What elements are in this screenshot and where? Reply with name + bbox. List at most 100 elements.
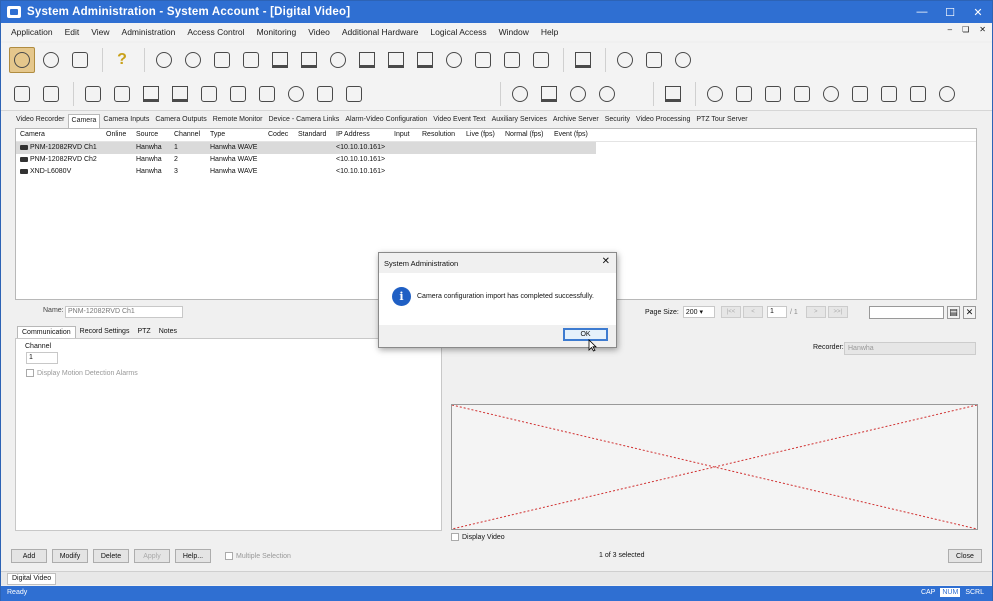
menu-monitoring[interactable]: Monitoring <box>257 27 297 37</box>
keypad-icon[interactable] <box>789 81 815 107</box>
refresh-icon[interactable] <box>283 81 309 107</box>
monitor-add-icon[interactable] <box>383 47 409 73</box>
alarm-icon[interactable] <box>507 81 533 107</box>
col-type[interactable]: Type <box>210 131 225 138</box>
tablet-icon[interactable] <box>109 81 135 107</box>
monitor-icon[interactable] <box>354 47 380 73</box>
exit-door-icon[interactable] <box>225 81 251 107</box>
find-icon[interactable] <box>38 47 64 73</box>
menu-access-control[interactable]: Access Control <box>187 27 244 37</box>
list-icon[interactable] <box>470 47 496 73</box>
menu-logical-access[interactable]: Logical Access <box>430 27 486 37</box>
person-add-icon[interactable] <box>151 47 177 73</box>
tab-camera[interactable]: Camera <box>67 114 101 128</box>
next-page-button[interactable]: > <box>805 306 826 318</box>
clock-icon[interactable] <box>612 47 638 73</box>
tab-device-camera-links[interactable]: Device - Camera Links <box>266 114 343 128</box>
tab-video-recorder[interactable]: Video Recorder <box>13 114 68 128</box>
channel-field[interactable]: 1 <box>26 352 58 364</box>
monitor-gear-icon[interactable] <box>412 47 438 73</box>
col-camera[interactable]: Camera <box>20 131 45 138</box>
tab-video-event-text[interactable]: Video Event Text <box>430 114 488 128</box>
motion-detection-checkbox[interactable]: Display Motion Detection Alarms <box>26 369 138 377</box>
apply-button[interactable]: Apply <box>134 549 170 563</box>
network-export-icon[interactable] <box>905 81 931 107</box>
tab-record-settings[interactable]: Record Settings <box>76 326 134 338</box>
person-lock-icon[interactable] <box>180 47 206 73</box>
reader-icon[interactable] <box>731 81 757 107</box>
users-search-icon[interactable] <box>67 47 93 73</box>
table-row[interactable]: PNM-12082RVD Ch2 Hanwha 2 Hanwha WAVE <1… <box>16 154 976 166</box>
tab-alarm-video-configuration[interactable]: Alarm-Video Configuration <box>342 114 430 128</box>
person-stand-icon[interactable] <box>565 81 591 107</box>
tab-archive-server[interactable]: Archive Server <box>550 114 602 128</box>
window-icon[interactable] <box>528 47 554 73</box>
col-online[interactable]: Online <box>106 131 126 138</box>
mdi-close-icon[interactable]: ✕ <box>979 25 986 34</box>
menu-edit[interactable]: Edit <box>65 27 80 37</box>
page-size-select[interactable]: 200 ▾ <box>682 306 715 318</box>
table-row[interactable]: XND-L6080V Hanwha 3 Hanwha WAVE <10.10.1… <box>16 166 976 178</box>
checkbox-box[interactable] <box>26 369 34 377</box>
col-live-fps[interactable]: Live (fps) <box>466 131 495 138</box>
close-button[interactable]: Close <box>948 549 982 563</box>
mdi-restore-icon[interactable]: ❏ <box>962 25 969 34</box>
menu-administration[interactable]: Administration <box>122 27 176 37</box>
grid-icon[interactable] <box>341 81 367 107</box>
person-hierarchy-icon[interactable] <box>209 47 235 73</box>
fire-icon[interactable] <box>702 81 728 107</box>
io-module-icon[interactable] <box>138 81 164 107</box>
users-network-icon[interactable] <box>934 81 960 107</box>
image-icon[interactable] <box>254 81 280 107</box>
tab-communication[interactable]: Communication <box>17 326 76 338</box>
last-page-button[interactable]: >>| <box>827 306 848 318</box>
col-source[interactable]: Source <box>136 131 158 138</box>
cards-icon[interactable] <box>499 47 525 73</box>
tree-icon[interactable] <box>9 81 35 107</box>
tab-notes[interactable]: Notes <box>155 326 181 338</box>
first-page-button[interactable]: |<< <box>721 306 741 318</box>
list-sort-icon[interactable] <box>312 81 338 107</box>
col-event-fps[interactable]: Event (fps) <box>554 131 588 138</box>
search-credentials-icon[interactable] <box>9 47 35 73</box>
gear-icon[interactable] <box>594 81 620 107</box>
badge-icon[interactable] <box>641 47 667 73</box>
checkbox-box[interactable] <box>225 552 233 560</box>
doc-tab-digital-video[interactable]: Digital Video <box>7 573 57 585</box>
camera-icon[interactable] <box>660 81 686 107</box>
tab-auxiliary-services[interactable]: Auxiliary Services <box>489 114 550 128</box>
minimize-icon[interactable]: — <box>908 1 936 23</box>
clear-search-icon[interactable]: ✕ <box>963 306 976 319</box>
col-channel[interactable]: Channel <box>174 131 200 138</box>
add-button[interactable]: Add <box>11 549 47 563</box>
col-codec[interactable]: Codec <box>268 131 288 138</box>
ok-button[interactable]: OK <box>563 328 608 341</box>
wand-icon[interactable] <box>760 81 786 107</box>
dialog-close-icon[interactable]: ✕ <box>602 256 610 267</box>
card-icon[interactable] <box>267 47 293 73</box>
prev-page-button[interactable]: < <box>743 306 763 318</box>
monitor-video-icon[interactable] <box>536 81 562 107</box>
col-resolution[interactable]: Resolution <box>422 131 455 138</box>
menu-video[interactable]: Video <box>308 27 330 37</box>
help-button[interactable]: Help... <box>175 549 211 563</box>
col-ip-address[interactable]: IP Address <box>336 131 370 138</box>
menu-application[interactable]: Application <box>11 27 53 37</box>
menu-additional-hardware[interactable]: Additional Hardware <box>342 27 419 37</box>
user-tools-icon[interactable] <box>325 47 351 73</box>
delete-button[interactable]: Delete <box>93 549 129 563</box>
checkbox-box[interactable] <box>451 533 459 541</box>
printer-icon[interactable] <box>570 47 596 73</box>
tab-security[interactable]: Security <box>602 114 633 128</box>
table-row[interactable]: PNM-12082RVD Ch1 Hanwha 1 Hanwha WAVE <1… <box>16 142 596 154</box>
tab-video-processing[interactable]: Video Processing <box>633 114 693 128</box>
close-icon[interactable]: ✕ <box>964 1 992 23</box>
help-icon[interactable]: ? <box>109 47 135 73</box>
panel-icon[interactable] <box>80 81 106 107</box>
card-group-icon[interactable] <box>296 47 322 73</box>
tab-camera-inputs[interactable]: Camera Inputs <box>100 114 152 128</box>
network-transfer-icon[interactable] <box>876 81 902 107</box>
search-input[interactable] <box>869 306 944 319</box>
tab-ptz[interactable]: PTZ <box>133 326 154 338</box>
calendar-icon[interactable] <box>196 81 222 107</box>
